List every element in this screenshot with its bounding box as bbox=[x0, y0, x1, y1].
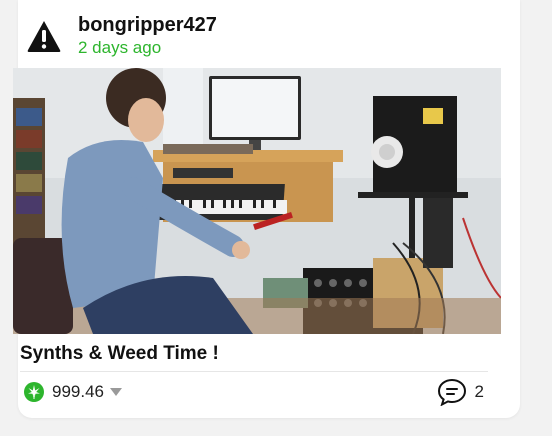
username[interactable]: bongripper427 bbox=[78, 14, 217, 37]
post-footer: 999.46 2 bbox=[24, 378, 484, 406]
studio-photo bbox=[13, 68, 501, 334]
caret-down-icon[interactable] bbox=[110, 388, 122, 396]
post-title[interactable]: Synths & Weed Time ! bbox=[20, 343, 219, 365]
post-image[interactable] bbox=[13, 68, 501, 334]
warning-triangle-icon[interactable] bbox=[26, 18, 62, 54]
score-value: 999.46 bbox=[52, 382, 104, 401]
post-timestamp: 2 days ago bbox=[78, 38, 162, 57]
post-header: bongripper427 2 days ago bbox=[26, 14, 217, 58]
cannabis-leaf-icon bbox=[24, 382, 44, 402]
comment-count: 2 bbox=[474, 382, 484, 401]
comments-button[interactable]: 2 bbox=[437, 378, 484, 406]
comment-bubble-icon bbox=[437, 378, 466, 406]
divider bbox=[20, 371, 488, 372]
user-block: bongripper427 2 days ago bbox=[78, 14, 217, 58]
